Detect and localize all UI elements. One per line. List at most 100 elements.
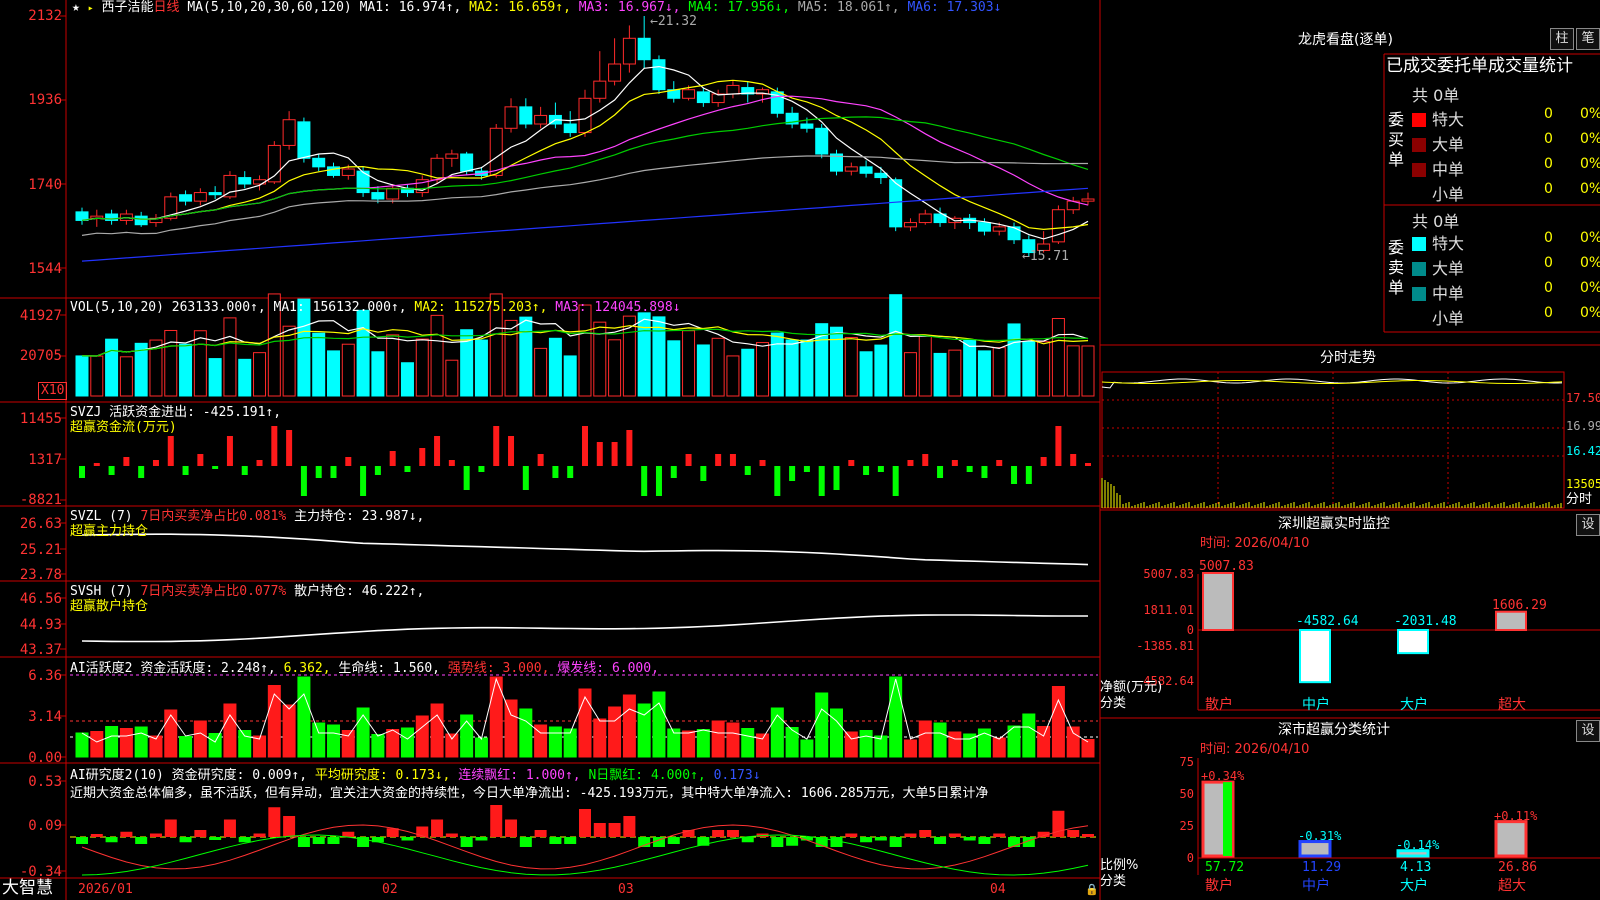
ai1-t4: 强势线: 3.000, <box>447 661 550 676</box>
monitor-settings-button[interactable]: 设 <box>1576 514 1600 536</box>
volume-bar <box>933 352 947 397</box>
volume-bar <box>1081 345 1095 397</box>
monitor-bar <box>1495 610 1527 631</box>
order-stat-row[interactable]: 小单 0 0% <box>1412 181 1600 205</box>
research-bar <box>209 837 222 840</box>
fund-flow-bar <box>300 466 307 496</box>
volume-bar <box>859 351 873 397</box>
buy-side-label: 委买单 <box>1388 110 1405 169</box>
bar-mode-button[interactable]: 柱 <box>1550 28 1574 50</box>
fund-flow-bar <box>670 466 677 478</box>
volume-bar <box>430 314 444 397</box>
order-stat-row[interactable]: 大单 0 0% <box>1412 255 1600 279</box>
volume-bar <box>844 337 858 397</box>
order-stat-row[interactable]: 中单 0 0% <box>1412 280 1600 304</box>
fund-flow-bar <box>1070 454 1077 466</box>
price-tick: 1544 <box>28 261 62 277</box>
fund-flow-bar <box>774 466 781 496</box>
fund-flow-bar <box>256 460 263 466</box>
activity-bar <box>1066 726 1080 758</box>
research-bar <box>786 837 799 846</box>
classify-change-label: +0.11% <box>1494 808 1538 823</box>
order-stat-row[interactable]: 特大 0 0% <box>1412 230 1600 254</box>
activity-bar <box>267 685 281 758</box>
volume-bar <box>1037 341 1051 397</box>
research-bar <box>623 816 636 837</box>
research-bar <box>963 837 976 841</box>
fund-flow-bar <box>241 466 248 475</box>
fund-flow-bar <box>611 442 618 466</box>
order-stat-row[interactable]: 小单 0 0% <box>1412 305 1600 329</box>
monitor-bar <box>1299 629 1331 684</box>
ma5-value: MA5: 18.061↑, <box>797 0 900 15</box>
fund-flow-bar <box>212 466 219 469</box>
candle-body <box>637 37 651 61</box>
research-bar <box>667 837 680 844</box>
order-stat-row[interactable]: 大单 0 0% <box>1412 131 1600 155</box>
research-bar <box>120 831 133 837</box>
volume-bar <box>253 352 267 397</box>
activity-bar <box>859 730 873 758</box>
research-bar <box>312 837 325 844</box>
svzj-label: SVZJ <box>70 405 102 420</box>
lock-icon[interactable]: 🔒 <box>1085 882 1099 898</box>
volume-bar <box>75 355 89 397</box>
intraday-tick: 16.42 <box>1566 444 1600 458</box>
order-percent: 0% <box>1580 106 1600 122</box>
classify-title: 深市超赢分类统计 <box>1278 722 1390 738</box>
research-bar <box>238 837 251 843</box>
fund-flow-bar <box>877 466 884 472</box>
volume-bar <box>1022 341 1036 397</box>
classify-tick: 0 <box>1186 851 1194 865</box>
activity-bar <box>341 730 355 758</box>
svzl-label: SVZL (7) <box>70 509 133 524</box>
activity-bar <box>430 703 444 758</box>
research-bar <box>549 837 562 844</box>
research-bar <box>283 816 296 837</box>
volume-bar <box>400 362 414 397</box>
volume-bar <box>164 329 178 397</box>
order-stat-row[interactable]: 特大 0 0% <box>1412 106 1600 130</box>
ai1-tick: 0.00 <box>28 750 62 766</box>
classify-category: 超大 <box>1498 878 1526 894</box>
order-count: 0 <box>1544 131 1553 147</box>
research-bar <box>564 837 577 844</box>
activity-bar <box>445 733 459 758</box>
activity-bar <box>1022 713 1036 758</box>
candle-body <box>889 179 903 228</box>
activity-bar <box>1037 726 1051 758</box>
activity-bar <box>756 733 770 758</box>
period-label[interactable]: 日线 <box>154 0 180 15</box>
fund-flow-bar <box>226 436 233 466</box>
order-color-swatch <box>1412 262 1426 276</box>
order-percent: 0% <box>1580 305 1600 321</box>
tick-mode-button[interactable]: 笔 <box>1576 28 1600 50</box>
activity-bar <box>652 691 666 758</box>
research-bar <box>490 805 503 837</box>
research-bar <box>889 837 902 847</box>
fund-flow-bar <box>582 426 588 466</box>
ai1-label: AI活跃度2 <box>70 661 133 676</box>
order-color-swatch <box>1412 163 1426 177</box>
ma6-value: MA6: 17.303↓ <box>907 0 1002 15</box>
research-bar <box>874 837 887 841</box>
classify-value-label: 11.29 <box>1302 860 1342 875</box>
play-icon[interactable]: ▸ <box>88 3 94 14</box>
research-bar <box>771 837 784 847</box>
order-stat-row[interactable]: 中单 0 0% <box>1412 156 1600 180</box>
fund-flow-bar <box>123 457 130 466</box>
activity-bar <box>400 727 414 758</box>
classify-settings-button[interactable]: 设 <box>1576 720 1600 742</box>
svzj-tick: 11455 <box>19 411 62 427</box>
star-icon[interactable]: ★ <box>72 0 80 15</box>
fund-flow-bar <box>552 466 559 478</box>
monitor-category: 散户 <box>1205 697 1233 713</box>
candle-body <box>903 222 917 228</box>
fund-flow-bar <box>108 466 115 475</box>
candle-body <box>815 127 829 155</box>
order-color-swatch <box>1412 312 1426 326</box>
order-percent: 0% <box>1580 280 1600 296</box>
date-tick: 2026/01 <box>78 882 133 897</box>
stock-name[interactable]: 西子洁能 <box>102 0 154 15</box>
activity-bar <box>903 739 917 758</box>
